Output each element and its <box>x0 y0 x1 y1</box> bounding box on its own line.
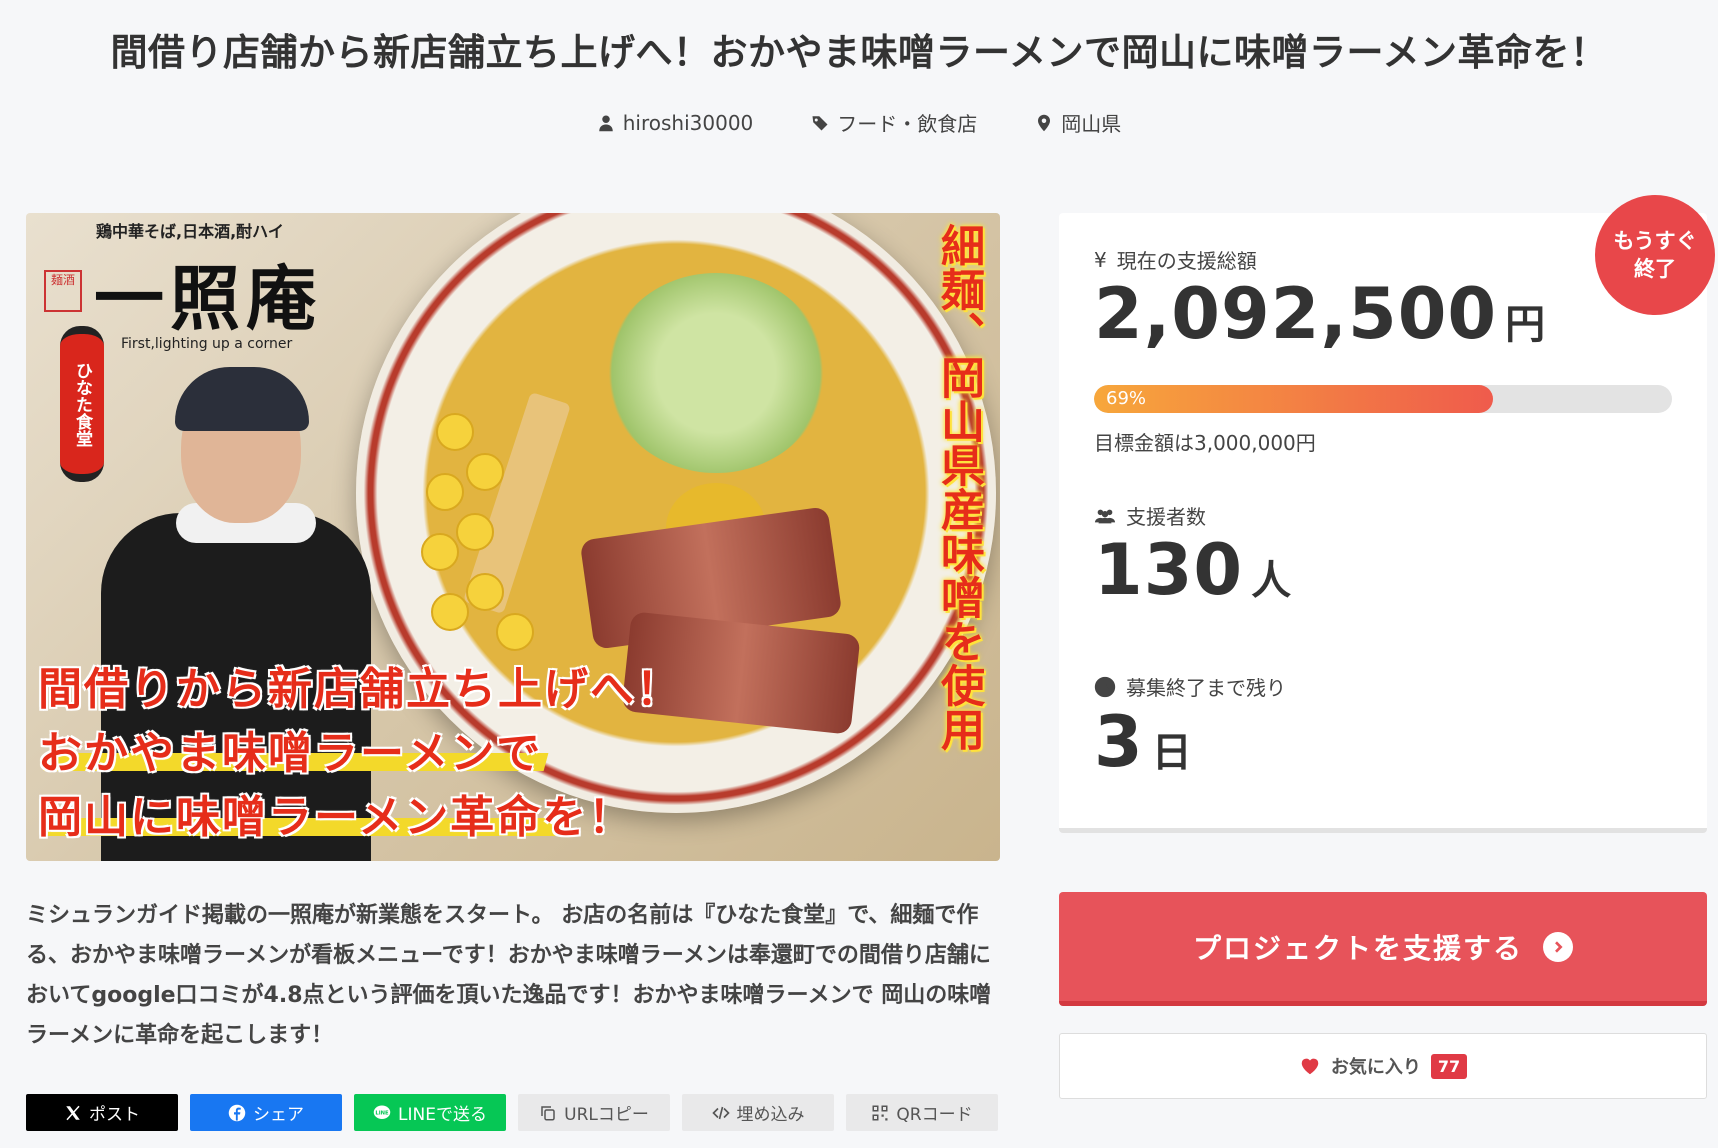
amount-value: 2,092,500 <box>1094 273 1498 355</box>
tag-icon <box>812 115 828 130</box>
hero-caption-line3: 岡山に味噌ラーメン革命を！ <box>38 792 635 843</box>
share-line-button[interactable]: LINE LINEで送る <box>354 1094 506 1131</box>
amount-label: 現在の支援総額 <box>1116 249 1257 273</box>
supporters-value-row: 130 人 <box>1094 529 1291 611</box>
share-bar: ポスト シェア LINE LINEで送る URLコピー 埋め込み QRコード <box>26 1094 998 1131</box>
supporters-unit: 人 <box>1251 558 1292 604</box>
owner-link[interactable]: hiroshi30000 <box>597 108 754 137</box>
url-copy-button[interactable]: URLコピー <box>518 1094 670 1131</box>
clock-icon <box>1094 676 1116 697</box>
facebook-icon <box>228 1104 246 1121</box>
remaining-value: 3 <box>1094 701 1144 783</box>
amount-unit: 円 <box>1505 302 1546 348</box>
copy-icon <box>541 1105 555 1120</box>
ramen-greens <box>606 273 826 473</box>
x-logo-icon <box>66 1105 80 1120</box>
line-icon: LINE <box>373 1105 391 1119</box>
support-project-button[interactable]: プロジェクトを支援する <box>1059 892 1707 1006</box>
code-icon <box>711 1106 730 1119</box>
qr-code-button[interactable]: QRコード <box>846 1094 998 1131</box>
embed-button[interactable]: 埋め込み <box>682 1094 834 1131</box>
supporters-label: 支援者数 <box>1126 505 1206 529</box>
supporters-value: 130 <box>1094 529 1244 611</box>
support-project-label: プロジェクトを支援する <box>1192 931 1523 965</box>
share-x-button[interactable]: ポスト <box>26 1094 178 1131</box>
favorite-button[interactable]: お気に入り 77 <box>1059 1033 1707 1099</box>
lantern-sign: ひなた食堂 <box>60 326 104 482</box>
map-pin-icon <box>1038 114 1051 131</box>
logo-name: 一照庵 <box>94 257 322 340</box>
remaining-label: 募集終了まで残り <box>1126 676 1286 700</box>
funding-stats-card: ¥ 現在の支援総額 2,092,500 円 69% 目標金額は3,000,000円… <box>1059 213 1707 833</box>
supporters-label-row: 支援者数 <box>1094 501 1206 530</box>
chevron-right-icon <box>1543 931 1573 962</box>
ramen-corn <box>436 413 474 451</box>
category-link[interactable]: フード・飲食店 <box>811 108 977 137</box>
svg-text:LINE: LINE <box>375 1110 389 1116</box>
ramen-corn <box>426 473 464 511</box>
share-line-label: LINEで送る <box>398 1105 487 1125</box>
ramen-corn <box>496 613 534 651</box>
location-link[interactable]: 岡山県 <box>1035 108 1121 137</box>
ramen-corn <box>466 573 504 611</box>
ramen-corn <box>456 513 494 551</box>
users-icon <box>1094 509 1116 523</box>
owner-name: hiroshi30000 <box>622 110 754 135</box>
ramen-corn <box>421 533 459 571</box>
qr-code-label: QRコード <box>896 1105 973 1125</box>
yen-icon: ¥ <box>1094 247 1107 272</box>
ramen-corn <box>466 453 504 491</box>
remaining-value-row: 3日 <box>1094 701 1192 783</box>
heart-icon <box>1301 1058 1319 1075</box>
embed-label: 埋め込み <box>736 1105 805 1125</box>
ending-soon-badge: もうすぐ 終了 <box>1595 195 1715 315</box>
project-hero-image: 鶏中華そば,日本酒,酎ハイ 一照庵 First,lighting up a co… <box>26 213 1000 861</box>
badge-line2: 終了 <box>1634 257 1676 281</box>
hero-caption-line2: おかやま味噌ラーメンで <box>38 728 543 779</box>
remaining-label-row: 募集終了まで残り <box>1094 672 1286 701</box>
favorite-count-badge: 77 <box>1430 1053 1468 1079</box>
amount-value-row: 2,092,500 円 <box>1094 273 1545 355</box>
ramen-corn <box>431 593 469 631</box>
hero-caption-line1: 間借りから新店舗立ち上げへ！ <box>38 664 682 715</box>
goal-amount: 目標金額は3,000,000円 <box>1094 431 1316 455</box>
progress-fill: 69% <box>1094 385 1493 413</box>
project-meta: hiroshi30000 フード・飲食店 岡山県 <box>0 108 1718 137</box>
funding-progress-bar: 69% <box>1094 385 1672 413</box>
location-name: 岡山県 <box>1061 112 1122 136</box>
hero-vertical-text: 細麺、岡山県産味噌を使用 <box>933 223 984 751</box>
logo-tagline: 鶏中華そば,日本酒,酎ハイ <box>96 222 284 241</box>
badge-line1: もうすぐ <box>1613 229 1697 253</box>
logo-subtitle: First,lighting up a corner <box>121 336 293 352</box>
remaining-unit: 日 <box>1151 730 1192 776</box>
logo-seal: 麺酒 <box>44 270 82 312</box>
category-name: フード・飲食店 <box>837 112 978 136</box>
project-description: ミシュランガイド掲載の一照庵が新業態をスタート。 お店の名前は『ひなた食堂』で、… <box>26 903 992 1048</box>
progress-percent: 69% <box>1106 388 1147 409</box>
url-copy-label: URLコピー <box>564 1105 649 1125</box>
share-facebook-label: シェア <box>253 1105 304 1125</box>
user-icon <box>598 115 613 131</box>
share-facebook-button[interactable]: シェア <box>190 1094 342 1131</box>
qr-code-icon <box>872 1105 888 1120</box>
share-x-label: ポスト <box>89 1105 140 1125</box>
favorite-label: お気に入り <box>1330 1057 1421 1078</box>
project-title: 間借り店舗から新店舗立ち上げへ！おかやま味噌ラーメンで岡山に味噌ラーメン革命を！ <box>110 31 1608 74</box>
amount-label-row: ¥ 現在の支援総額 <box>1094 245 1257 274</box>
